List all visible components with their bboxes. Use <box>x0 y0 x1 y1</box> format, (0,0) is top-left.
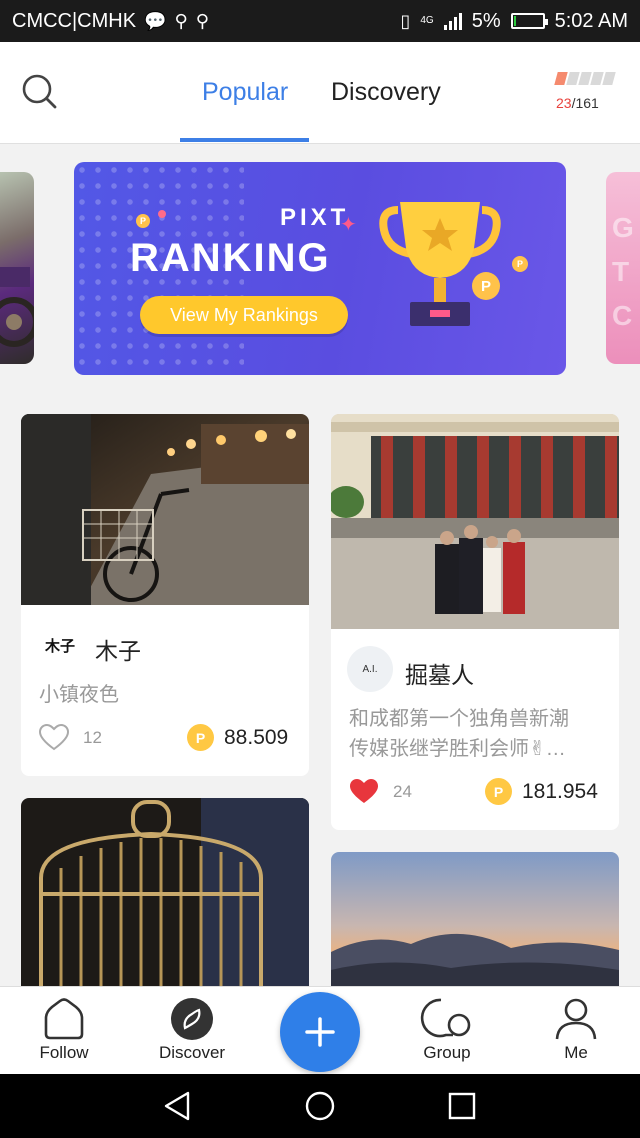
post-reward: P 88.509 <box>187 724 288 751</box>
post-image-birdcage <box>21 798 309 986</box>
avatar[interactable]: A.I. <box>347 646 393 692</box>
reward-amount: 88.509 <box>224 725 289 749</box>
coin-icon: P <box>472 272 500 300</box>
home-circle-icon[interactable] <box>304 1090 336 1122</box>
trophy-icon <box>379 202 501 326</box>
nav-discover[interactable]: Discover <box>137 987 247 1075</box>
nav-group[interactable]: Group <box>392 987 502 1075</box>
compass-icon <box>171 998 213 1040</box>
active-tab-indicator <box>180 138 309 142</box>
post-image-night-street <box>21 414 309 605</box>
create-post-button[interactable] <box>280 992 360 1072</box>
post-description: 和成都第一个独角兽新潮 传媒张继学胜利会师✌… <box>349 708 569 760</box>
battery-icon <box>510 13 548 29</box>
motorcycle-image <box>0 267 34 347</box>
battery-percent: 5% <box>471 9 501 32</box>
previous-banner[interactable] <box>0 172 34 364</box>
group-bubbles-icon <box>420 998 471 1038</box>
status-bar: CMCC|CMHK 💬 ⚲ ⚲ ▯ 4G 5% 5:02 AM <box>0 0 640 42</box>
view-my-rankings-button[interactable]: View My Rankings <box>140 296 348 334</box>
banner-brand: PIXT <box>280 204 350 231</box>
next-banner[interactable]: G T C <box>606 172 640 364</box>
pixt-coin-icon: P <box>485 778 512 805</box>
system-navigation-bar <box>0 1074 640 1138</box>
sparkle-dot <box>158 210 166 218</box>
post-description: 小镇夜色 <box>39 684 119 706</box>
post-image-hall-gathering <box>331 414 619 629</box>
nav-me-label: Me <box>564 1043 588 1062</box>
usb-icon: ⚲ <box>174 10 188 31</box>
like-count: 12 <box>83 728 102 747</box>
like-button[interactable]: 12 <box>39 724 102 752</box>
nav-follow[interactable]: Follow <box>9 987 119 1075</box>
like-count: 24 <box>393 782 412 801</box>
nav-me[interactable]: Me <box>521 987 631 1075</box>
post-card[interactable] <box>21 798 309 986</box>
heart-filled-icon <box>350 779 378 803</box>
pixt-coin-icon: P <box>187 724 214 751</box>
vibrate-icon: ▯ <box>400 10 411 31</box>
nav-group-label: Group <box>423 1043 471 1062</box>
banner-peek-letter: T <box>612 256 630 287</box>
clock: 5:02 AM <box>554 9 628 32</box>
heart-outline-icon <box>39 724 69 751</box>
post-card[interactable]: 木子 木子 小镇夜色 12 P 88.509 <box>21 414 309 776</box>
plus-icon <box>305 1017 335 1047</box>
reward-amount: 181.954 <box>522 779 598 803</box>
post-card[interactable]: A.I. 掘墓人 和成都第一个独角兽新潮 传媒张继学胜利会师✌… 24 P 18… <box>331 414 619 830</box>
coin-icon: P <box>512 256 528 272</box>
task-progress-text: 23/161 <box>556 95 599 111</box>
home-outline-icon <box>44 998 84 1040</box>
carrier-label: CMCC|CMHK <box>12 9 137 32</box>
search-icon <box>22 74 57 109</box>
nav-follow-label: Follow <box>39 1043 89 1062</box>
avatar[interactable]: 木子 <box>37 622 83 668</box>
post-reward: P 181.954 <box>485 778 598 805</box>
search-button[interactable] <box>20 72 60 112</box>
post-card[interactable] <box>331 852 619 986</box>
usb-icon: ⚲ <box>195 10 209 31</box>
tab-popular[interactable]: Popular <box>202 78 288 107</box>
ranking-banner[interactable]: P ✦ PIXT RANKING View My Rankings P P <box>74 162 566 375</box>
post-author[interactable]: 掘墓人 <box>405 656 474 690</box>
network-type: 4G <box>420 15 434 26</box>
banner-title: RANKING <box>130 236 331 280</box>
recent-apps-icon[interactable] <box>446 1090 478 1122</box>
person-icon <box>555 998 597 1040</box>
coin-icon: P <box>136 214 150 228</box>
banner-peek-letter: C <box>612 300 633 331</box>
tab-discovery[interactable]: Discovery <box>331 78 441 107</box>
nav-discover-label: Discover <box>158 1043 226 1062</box>
signal-icon <box>443 12 462 30</box>
post-image-mountain-sunset <box>331 852 619 986</box>
like-button[interactable]: 24 <box>349 778 412 806</box>
post-author[interactable]: 木子 <box>95 632 141 666</box>
task-progress-bar <box>554 72 616 85</box>
task-progress[interactable]: 23/161 <box>554 72 616 111</box>
banner-peek-letter: G <box>612 212 634 243</box>
back-icon[interactable] <box>162 1090 194 1122</box>
wechat-icon: 💬 <box>144 10 167 31</box>
top-bar: Popular Discovery 23/161 <box>0 42 640 144</box>
